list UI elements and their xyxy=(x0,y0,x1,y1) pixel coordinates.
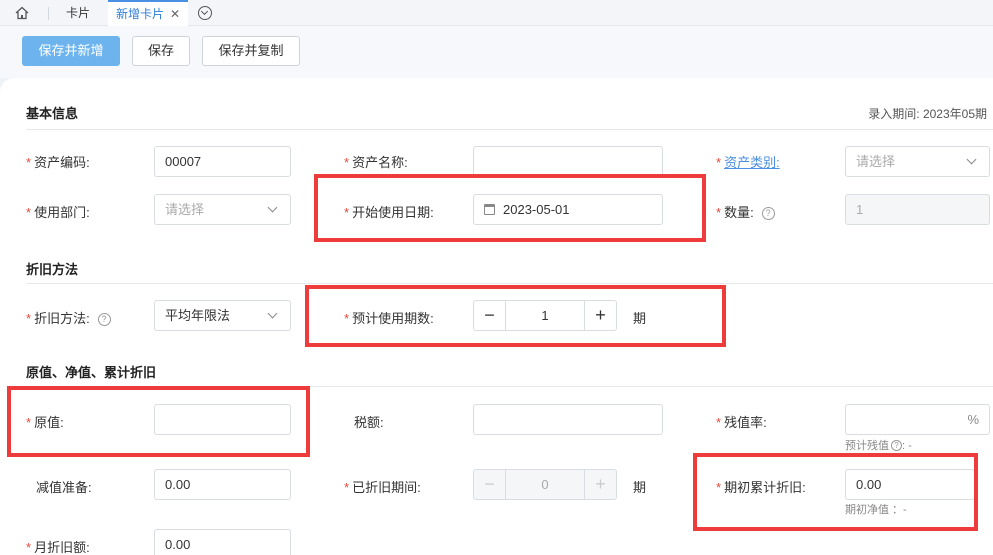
quantity-input: 1 xyxy=(845,194,990,225)
impairment-label: 减值准备: xyxy=(36,480,92,495)
section-title-basic: 基本信息 xyxy=(26,106,79,121)
entry-period: 录入期间: 2023年05期 xyxy=(868,107,987,121)
asset-category-placeholder: 请选择 xyxy=(856,154,896,169)
chevron-down-icon xyxy=(267,308,278,319)
monthly-dep-input[interactable]: 0.00 xyxy=(154,529,291,555)
help-icon[interactable]: ? xyxy=(761,207,775,220)
percent-unit: % xyxy=(967,412,979,427)
chevron-down-icon[interactable] xyxy=(198,6,212,20)
save-button[interactable]: 保存 xyxy=(132,36,190,66)
department-label: * 使用部门: xyxy=(26,205,90,220)
dep-method-value: 平均年限法 xyxy=(165,308,231,323)
depreciated-periods-stepper: − 0 + xyxy=(473,469,617,500)
home-icon[interactable] xyxy=(14,5,30,21)
department-placeholder: 请选择 xyxy=(165,202,205,217)
section-title-depreciation: 折旧方法 xyxy=(26,262,79,277)
tab-divider xyxy=(48,7,49,20)
highlight-box xyxy=(693,453,978,531)
plus-button: + xyxy=(595,474,606,494)
tab-new-card[interactable]: 新增卡片 ✕ xyxy=(108,0,189,26)
form-card: 基本信息 录入期间: 2023年05期 * 资产编码: 00007 * 资产名称: … xyxy=(0,78,993,555)
minus-button: − xyxy=(484,474,495,494)
residual-rate-input[interactable]: % xyxy=(845,404,990,435)
asset-name-input[interactable] xyxy=(473,146,663,177)
help-icon[interactable]: ? xyxy=(97,313,111,326)
section-divider xyxy=(26,129,993,130)
department-select[interactable]: 请选择 xyxy=(154,194,291,225)
asset-code-label: * 资产编码: xyxy=(26,155,90,170)
residual-rate-label: * 残值率: xyxy=(716,415,767,430)
asset-category-select[interactable]: 请选择 xyxy=(845,146,990,177)
chevron-down-icon xyxy=(267,202,278,213)
asset-category-label[interactable]: * 资产类别: xyxy=(716,152,780,171)
save-and-copy-button[interactable]: 保存并复制 xyxy=(202,36,300,66)
tab-bar: 卡片 新增卡片 ✕ xyxy=(0,0,993,26)
highlight-box xyxy=(305,285,726,347)
toolbar: 保存并新增 保存 保存并复制 xyxy=(0,26,993,78)
tax-input[interactable] xyxy=(473,404,663,435)
section-divider xyxy=(26,283,993,284)
tab-card-label: 卡片 xyxy=(66,6,91,20)
tab-card[interactable]: 卡片 xyxy=(66,0,90,26)
highlight-box xyxy=(314,174,706,242)
depreciated-periods-value: 0 xyxy=(505,470,585,499)
depreciated-periods-unit: 期 xyxy=(633,480,647,495)
depreciated-periods-label: * 已折旧期间: xyxy=(344,480,421,495)
tab-new-card-label: 新增卡片 xyxy=(116,7,165,21)
asset-code-input[interactable]: 00007 xyxy=(154,146,291,177)
close-icon[interactable]: ✕ xyxy=(170,2,180,26)
asset-name-label: * 资产名称: xyxy=(344,155,408,170)
monthly-dep-label: * 月折旧额: xyxy=(26,540,90,555)
help-icon[interactable]: ? xyxy=(891,440,902,451)
dep-method-select[interactable]: 平均年限法 xyxy=(154,300,291,331)
save-and-new-button[interactable]: 保存并新增 xyxy=(22,36,120,66)
estimated-residual-hint: 预计残值?: - xyxy=(845,440,912,452)
chevron-down-icon xyxy=(966,154,977,165)
highlight-box xyxy=(7,386,310,457)
impairment-input[interactable]: 0.00 xyxy=(154,469,291,500)
quantity-label: * 数量:? xyxy=(716,202,775,221)
tax-label: 税额: xyxy=(354,415,384,430)
dep-method-label: * 折旧方法:? xyxy=(26,308,111,327)
section-title-value: 原值、净值、累计折旧 xyxy=(26,365,157,380)
